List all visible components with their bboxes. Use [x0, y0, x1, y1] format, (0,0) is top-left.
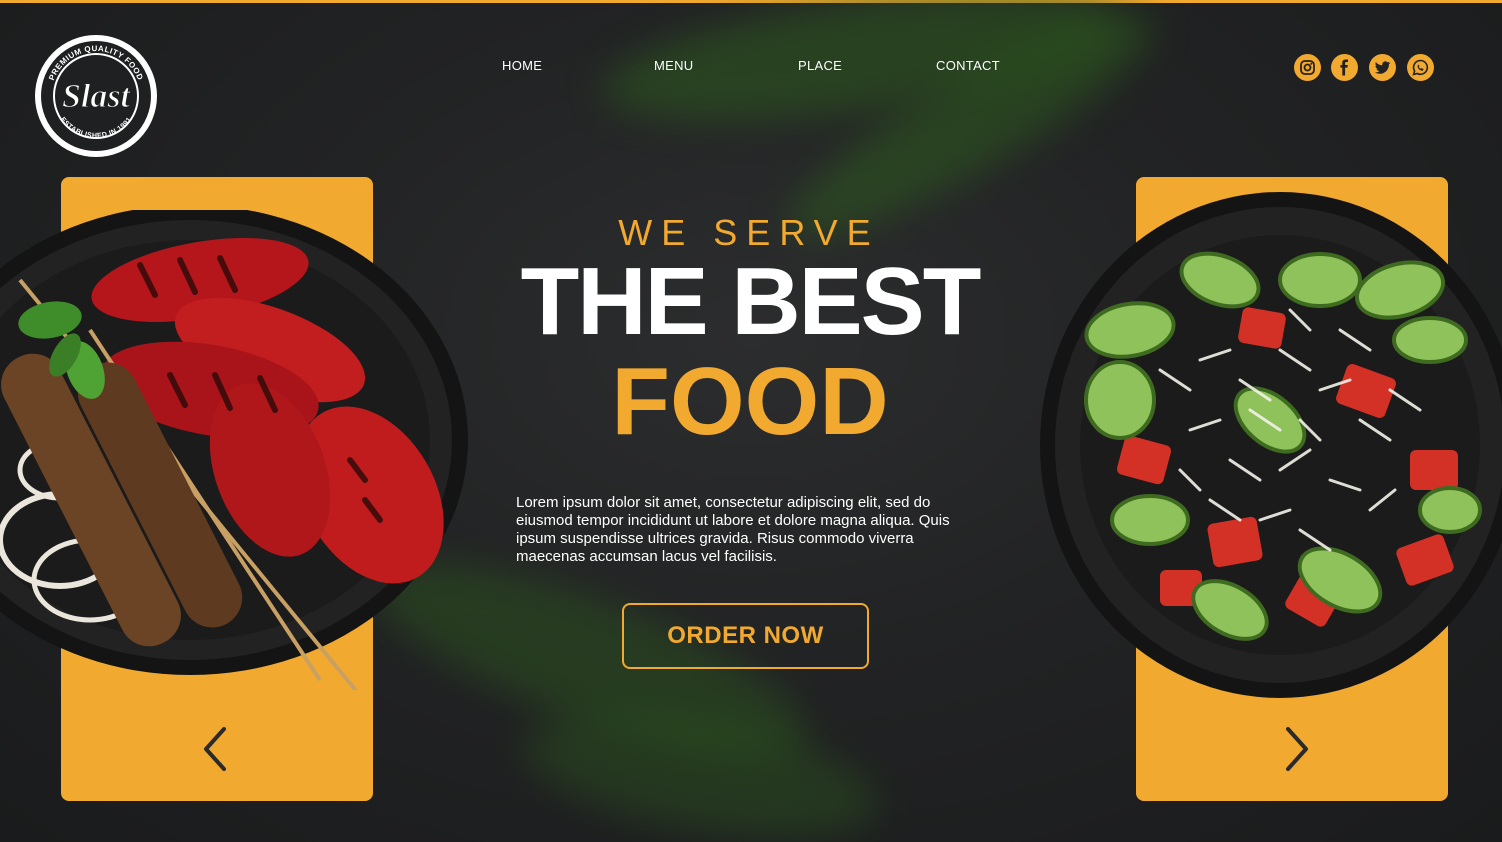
nav-home[interactable]: HOME: [502, 58, 542, 73]
salad-plate-image: [1040, 190, 1502, 700]
social-links: [1294, 54, 1434, 82]
chevron-right-icon[interactable]: [1282, 726, 1312, 772]
hero-title-line2: FOOD: [611, 348, 889, 455]
kebab-plate-image: [0, 205, 470, 722]
order-now-button[interactable]: ORDER NOW: [622, 603, 869, 669]
hero-description: Lorem ipsum dolor sit amet, consectetur …: [516, 494, 950, 565]
nav-place[interactable]: PLACE: [798, 58, 842, 73]
whatsapp-icon[interactable]: [1407, 54, 1434, 81]
landing-page: PREMIUM QUALITY FOOD ESTABLISHED IN 1991…: [0, 0, 1502, 842]
chevron-left-icon[interactable]: [200, 726, 230, 772]
brand-logo[interactable]: PREMIUM QUALITY FOOD ESTABLISHED IN 1991…: [33, 33, 159, 159]
nav-contact[interactable]: CONTACT: [936, 58, 1000, 73]
nav-menu[interactable]: MENU: [654, 58, 693, 73]
logo-script: Slast: [62, 78, 132, 115]
facebook-icon[interactable]: [1331, 54, 1358, 81]
hero-title-line1: THE BEST: [520, 248, 982, 355]
instagram-icon[interactable]: [1294, 54, 1321, 81]
main-nav: HOME MENU PLACE CONTACT: [480, 58, 1020, 78]
twitter-icon[interactable]: [1369, 54, 1396, 81]
